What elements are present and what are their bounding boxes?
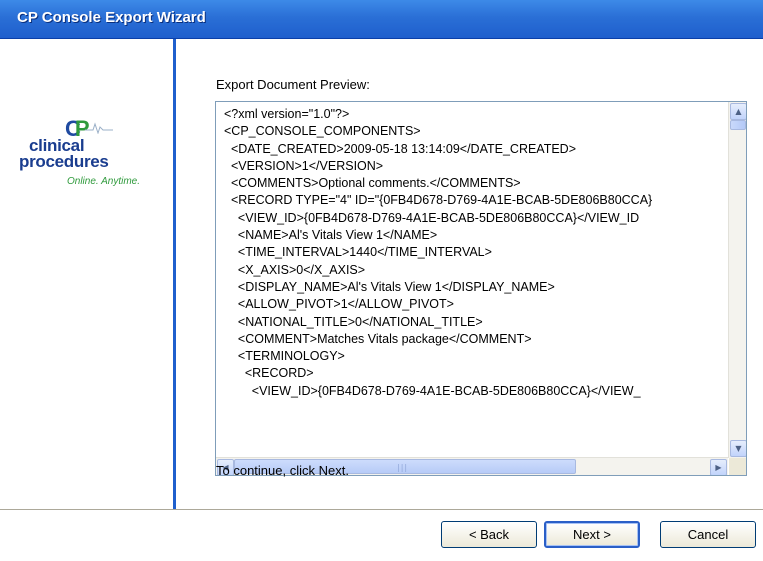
continue-instruction: To continue, click Next. [216, 463, 349, 478]
sidebar-panel: CP clinical procedures Online. Anytime. [0, 39, 174, 509]
export-preview-label: Export Document Preview: [216, 77, 370, 92]
clinical-procedures-logo: CP clinical procedures Online. Anytime. [19, 116, 169, 196]
xml-line: <?xml version="1.0"?> [224, 107, 350, 121]
xml-line: <RECORD TYPE="4" ID="{0FB4D678-D769-4A1E… [224, 193, 653, 208]
logo-word-procedures: procedures [19, 152, 109, 171]
wizard-window: CP Console Export Wizard CP clinical pro… [0, 0, 763, 561]
scroll-corner [729, 458, 746, 475]
content-panel: Export Document Preview: <?xml version="… [176, 39, 763, 509]
next-button[interactable]: Next > [544, 521, 640, 548]
scroll-grip-icon: ||| [397, 463, 409, 472]
xml-line: <NAME>Al's Vitals View 1</NAME> [224, 228, 438, 243]
title-bar[interactable]: CP Console Export Wizard [0, 0, 763, 39]
back-button[interactable]: < Back [441, 521, 537, 548]
xml-line: <X_AXIS>0</X_AXIS> [224, 262, 366, 277]
xml-line: <TIME_INTERVAL>1440</TIME_INTERVAL> [224, 245, 492, 260]
vertical-scrollbar[interactable]: ▲ ▼ [728, 102, 746, 458]
pulse-line-icon [85, 122, 113, 134]
xml-line: <DATE_CREATED>2009-05-18 13:14:09</DATE_… [224, 141, 577, 156]
xml-line: <NATIONAL_TITLE>0</NATIONAL_TITLE> [224, 314, 483, 329]
scroll-down-arrow-icon[interactable]: ▼ [730, 440, 746, 457]
xml-line: <COMMENT>Matches Vitals package</COMMENT… [224, 331, 532, 346]
xml-line: <VIEW_ID>{0FB4D678-D769-4A1E-BCAB-5DE806… [224, 383, 641, 398]
xml-line: <VERSION>1</VERSION> [224, 158, 384, 173]
xml-line: <VIEW_ID>{0FB4D678-D769-4A1E-BCAB-5DE806… [224, 210, 640, 225]
scroll-right-arrow-icon[interactable]: ▶ [710, 459, 727, 475]
xml-line: <COMMENTS>Optional comments.</COMMENTS> [224, 176, 521, 191]
logo-tagline: Online. Anytime. [67, 176, 140, 187]
xml-preview-content[interactable]: <?xml version="1.0"?> <CP_CONSOLE_COMPONE… [224, 106, 722, 450]
export-preview-textbox[interactable]: <?xml version="1.0"?> <CP_CONSOLE_COMPONE… [215, 101, 747, 476]
xml-line: <RECORD> [224, 366, 314, 381]
cancel-button[interactable]: Cancel [660, 521, 756, 548]
vertical-scroll-thumb[interactable] [730, 120, 746, 130]
xml-line: <ALLOW_PIVOT>1</ALLOW_PIVOT> [224, 297, 454, 312]
footer-divider [0, 509, 763, 510]
xml-line: <DISPLAY_NAME>Al's Vitals View 1</DISPLA… [224, 279, 555, 294]
xml-line: <TERMINOLOGY> [224, 349, 345, 364]
xml-line: <CP_CONSOLE_COMPONENTS> [224, 124, 421, 139]
window-title: CP Console Export Wizard [17, 9, 206, 26]
scroll-up-arrow-icon[interactable]: ▲ [730, 103, 746, 120]
